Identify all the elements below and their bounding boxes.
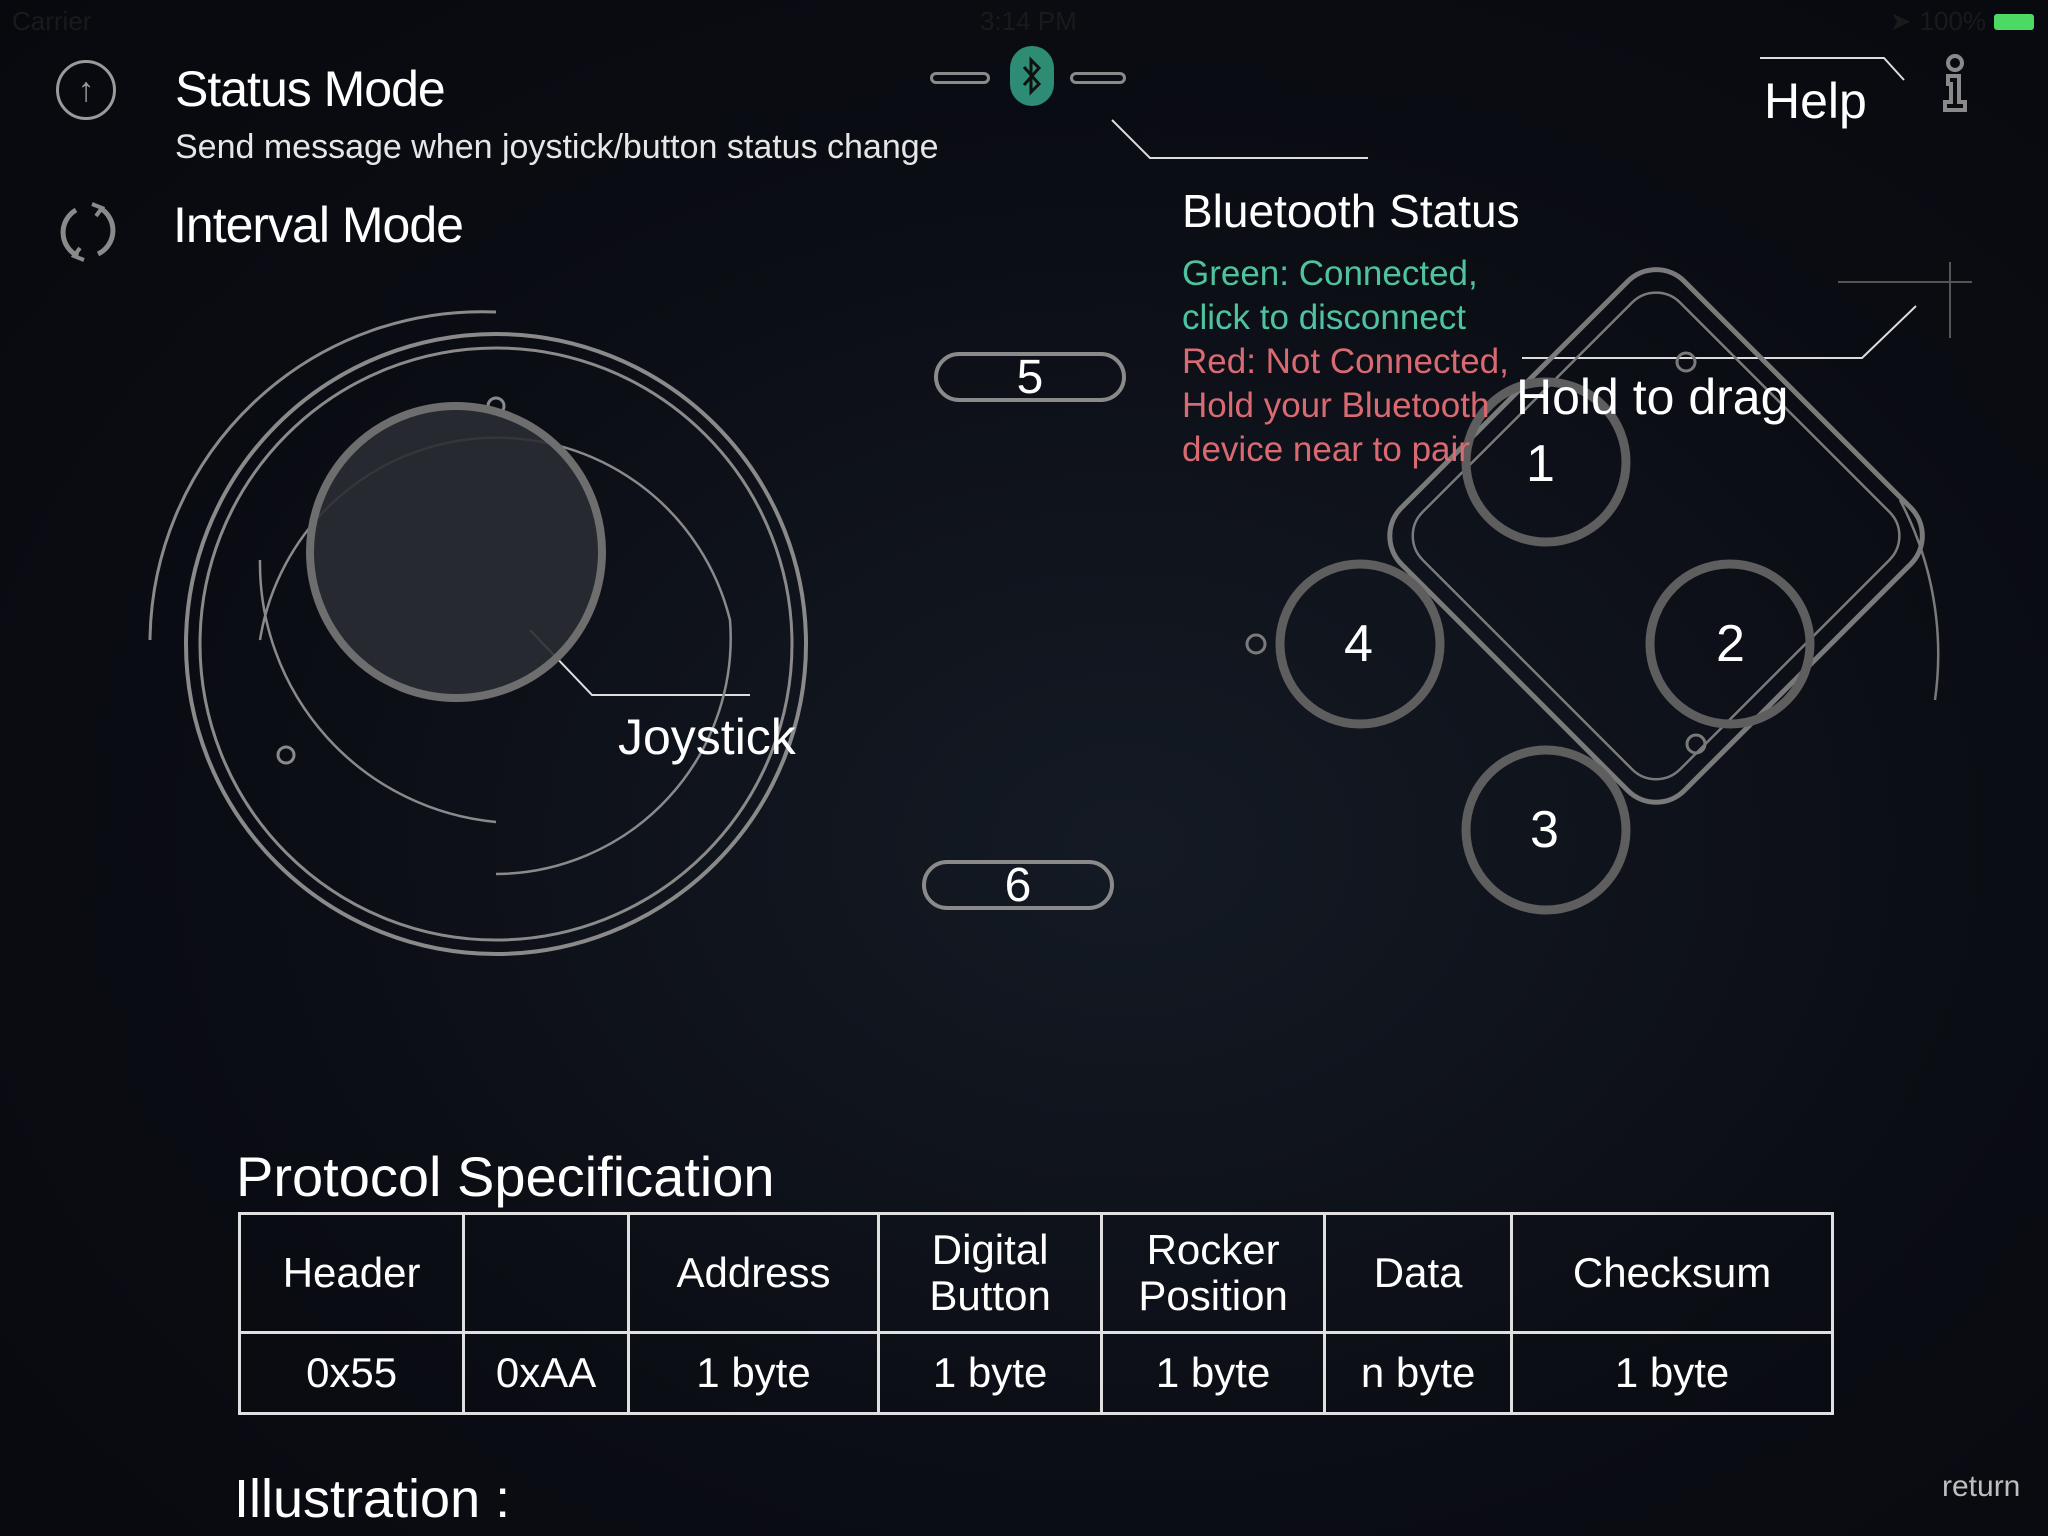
protocol-header-cell: Digital Button: [877, 1212, 1104, 1334]
bluetooth-status-title: Bluetooth Status: [1182, 185, 1520, 237]
protocol-header-row: Header Address Digital Button Rocker Pos…: [237, 1212, 1834, 1334]
protocol-table: Header Address Digital Button Rocker Pos…: [237, 1212, 1834, 1415]
button-3[interactable]: 3: [1466, 750, 1626, 910]
green-legend-line: click to disconnect: [1182, 298, 1467, 337]
button-1-label: 1: [1526, 435, 1555, 493]
protocol-value-cell: 1 byte: [877, 1331, 1104, 1415]
bluetooth-status-legend: Green: Connected, click to disconnect Re…: [1182, 252, 1509, 472]
protocol-value-cell: 1 byte: [626, 1331, 881, 1415]
red-legend-line: device near to pair: [1182, 430, 1470, 469]
protocol-value-row: 0x55 0xAA 1 byte 1 byte 1 byte n byte 1 …: [237, 1331, 1834, 1415]
protocol-header-cell: Checksum: [1510, 1212, 1834, 1334]
info-icon[interactable]: [1938, 54, 1972, 114]
illustration-label: Illustration :: [234, 1469, 511, 1529]
button-4-label: 4: [1344, 615, 1373, 673]
help-button[interactable]: Help: [1764, 72, 1867, 130]
protocol-value-cell: 0x55: [237, 1331, 466, 1415]
protocol-value-cell: 1 byte: [1100, 1331, 1327, 1415]
protocol-value-cell: 0xAA: [462, 1331, 630, 1415]
bt-leader-line: [1111, 119, 1368, 159]
protocol-header-cell: [462, 1212, 630, 1334]
button-4[interactable]: 4: [1280, 564, 1440, 724]
button-3-label: 3: [1530, 801, 1559, 859]
joystick-knob-hit[interactable]: [308, 406, 604, 702]
button-6[interactable]: 6: [922, 859, 1114, 912]
protocol-value-cell: 1 byte: [1510, 1331, 1834, 1415]
protocol-header-cell: Data: [1323, 1212, 1514, 1334]
return-button[interactable]: return: [1942, 1470, 2020, 1504]
joystick-label: Joystick: [618, 709, 796, 765]
protocol-header-cell: Address: [626, 1212, 881, 1334]
button-2-label: 2: [1716, 615, 1745, 673]
protocol-header-cell: Rocker Position: [1100, 1212, 1327, 1334]
protocol-header-cell: Header: [237, 1212, 466, 1334]
button-2[interactable]: 2: [1650, 564, 1810, 724]
green-legend-line: Green: Connected,: [1182, 254, 1478, 293]
red-legend-line: Red: Not Connected,: [1182, 342, 1509, 381]
button-5[interactable]: 5: [934, 351, 1126, 404]
red-legend-line: Hold your Bluetooth: [1182, 386, 1490, 425]
button-1[interactable]: 1: [1466, 382, 1626, 542]
protocol-title: Protocol Specification: [236, 1145, 775, 1208]
protocol-value-cell: n byte: [1323, 1331, 1514, 1415]
